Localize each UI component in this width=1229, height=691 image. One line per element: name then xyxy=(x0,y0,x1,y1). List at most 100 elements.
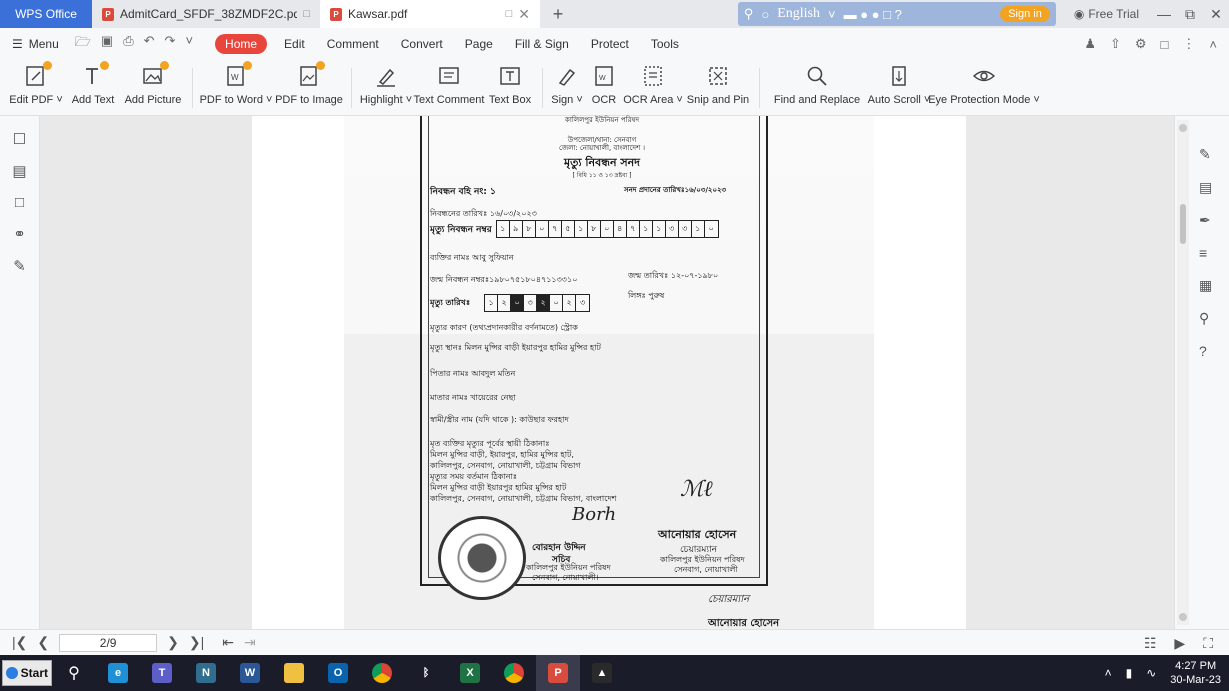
previous-view-icon[interactable]: ⇤ xyxy=(222,634,234,651)
read-mode-icon[interactable]: ☷ xyxy=(1144,635,1157,652)
layers-icon[interactable]: ▦ xyxy=(1199,277,1212,294)
main-menu-button[interactable]: ☰ Menu xyxy=(12,37,59,51)
undo-icon[interactable]: ↶ xyxy=(144,33,155,55)
onenote-n-icon[interactable]: N xyxy=(184,655,228,691)
zoom-icon[interactable]: ⚲ xyxy=(1199,310,1212,327)
free-trial-button[interactable]: ◉ Free Trial xyxy=(1062,7,1151,21)
scroll-up-icon[interactable] xyxy=(1179,124,1187,132)
language-selector[interactable]: English xyxy=(777,6,820,22)
tab-page[interactable]: Page xyxy=(465,37,493,51)
comment-icon[interactable]: □ xyxy=(15,194,24,211)
tab-tools[interactable]: Tools xyxy=(651,37,679,51)
sign-button[interactable]: Sign ˅ xyxy=(549,60,585,116)
next-page-icon[interactable]: ❯ xyxy=(167,634,179,651)
tab-fill-sign[interactable]: Fill & Sign xyxy=(515,37,569,51)
tab-kawsar[interactable]: P Kawsar.pdf □ ✕ xyxy=(320,0,540,28)
chevron-down-icon[interactable]: ˅ xyxy=(828,7,836,22)
auto-scroll-button[interactable]: Auto Scroll ˅ xyxy=(868,60,930,116)
outlook-icon[interactable]: O xyxy=(316,655,360,691)
upload-icon[interactable]: ⇧ xyxy=(1110,36,1121,52)
eye-protection-mode-button[interactable]: Eye Protection Mode ˅ xyxy=(928,60,1040,116)
tab-edit[interactable]: Edit xyxy=(284,37,305,51)
chrome-2-icon[interactable] xyxy=(492,655,536,691)
last-page-icon[interactable]: ❯| xyxy=(189,634,204,651)
start-button[interactable]: Start xyxy=(2,660,52,686)
document-icon[interactable]: ▤ xyxy=(1199,179,1212,196)
new-tab-button[interactable]: + xyxy=(540,0,576,28)
bluetooth-icon[interactable]: ᛒ xyxy=(404,655,448,691)
format-icon[interactable]: ≡ xyxy=(1199,245,1212,261)
pdf-to-word-button[interactable]: W PDF to Word ˅ xyxy=(199,60,273,116)
text-box-button[interactable]: Text Box xyxy=(484,60,536,116)
close-icon[interactable]: ✕ xyxy=(518,6,530,23)
find-and-replace-button[interactable]: Find and Replace xyxy=(766,60,868,116)
fullscreen-icon[interactable]: ⛶ xyxy=(1203,635,1213,652)
excel-icon[interactable]: X xyxy=(448,655,492,691)
share-user-icon[interactable]: ♟ xyxy=(1084,36,1096,52)
tab-comment[interactable]: Comment xyxy=(327,37,379,51)
tool-label: Snip and Pin xyxy=(686,94,750,106)
file-explorer-icon[interactable] xyxy=(272,655,316,691)
wps-pdf-icon[interactable]: P xyxy=(536,655,580,691)
teams-icon[interactable]: T xyxy=(140,655,184,691)
start-label: Start xyxy=(20,666,48,680)
attachment-icon[interactable]: ⚭ xyxy=(13,225,26,243)
tab-protect[interactable]: Protect xyxy=(591,37,629,51)
print-icon[interactable]: ⎙ xyxy=(123,33,133,55)
edit-pdf-button[interactable]: Edit PDF ˅ xyxy=(6,60,66,116)
add-text-button[interactable]: Add Text xyxy=(66,60,120,116)
battery-icon[interactable]: ▮ xyxy=(1126,666,1133,680)
bookmark-icon[interactable]: ☐ xyxy=(13,130,26,148)
highlight-button[interactable]: Highlight ˅ xyxy=(358,60,414,116)
more-icon[interactable]: ⋮ xyxy=(1182,36,1195,52)
minimize-icon[interactable]: — xyxy=(1151,6,1177,22)
toolbar-icons[interactable]: ▬ ● ● □ ? xyxy=(844,7,902,22)
thumbnail-icon[interactable]: ▤ xyxy=(12,162,26,180)
scrollbar-thumb[interactable] xyxy=(1180,204,1186,244)
collapse-ribbon-icon[interactable]: ˄ xyxy=(1209,37,1217,52)
tab-admitcard[interactable]: P AdmitCard_SFDF_38ZMDF2C.pdf □ xyxy=(92,0,320,28)
help-icon[interactable]: ? xyxy=(1199,343,1212,359)
search-icon[interactable]: ⚲ xyxy=(52,655,96,691)
pdf-to-image-button[interactable]: PDF to Image xyxy=(273,60,345,116)
save-icon[interactable]: ▣ xyxy=(101,33,113,55)
clock[interactable]: 4:27 PM 30-Mar-23 xyxy=(1170,659,1221,687)
sign-in-button[interactable]: Sign in xyxy=(1000,6,1050,22)
ocr-button[interactable]: W OCR xyxy=(585,60,623,116)
chevron-down-icon[interactable]: ˅ xyxy=(185,33,193,55)
play-icon[interactable]: ▶ xyxy=(1174,635,1185,652)
page-number-input[interactable]: 2/9 xyxy=(59,633,158,652)
pen-icon[interactable]: ✒ xyxy=(1199,212,1212,229)
edge-icon[interactable]: e xyxy=(96,655,140,691)
tab-float-icon[interactable]: □ xyxy=(506,8,513,20)
add-picture-button[interactable]: Add Picture xyxy=(120,60,186,116)
snip-and-pin-button[interactable]: Snip and Pin xyxy=(683,60,753,116)
close-window-icon[interactable]: ✕ xyxy=(1203,6,1229,23)
next-view-icon[interactable]: ⇥ xyxy=(244,634,256,651)
first-page-icon[interactable]: |❮ xyxy=(12,634,27,651)
tab-convert[interactable]: Convert xyxy=(401,37,443,51)
photos-icon[interactable]: ▲ xyxy=(580,655,624,691)
document-view[interactable]: কালিলপুর ইউনিয়ন পরিষদ উপজেলা/থানা: সেনব… xyxy=(40,116,1174,629)
tab-float-icon[interactable]: □ xyxy=(303,8,310,20)
chrome-icon[interactable] xyxy=(360,655,404,691)
edit-icon[interactable]: ✎ xyxy=(1199,146,1212,163)
comment-icon[interactable]: □ xyxy=(1161,37,1169,52)
wifi-icon[interactable]: ∿ xyxy=(1146,666,1156,680)
signature-icon[interactable]: ✎ xyxy=(13,257,26,275)
search-icon[interactable]: ⚲ xyxy=(744,6,754,22)
tab-home[interactable]: Home xyxy=(215,34,268,54)
open-folder-icon[interactable]: 🗁 xyxy=(75,33,91,55)
redo-icon[interactable]: ↷ xyxy=(165,33,176,55)
word-icon[interactable]: W xyxy=(228,655,272,691)
previous-page-icon[interactable]: ❮ xyxy=(37,634,49,651)
scroll-down-icon[interactable] xyxy=(1179,613,1187,621)
digit-box: ৩ xyxy=(666,221,679,237)
wps-office-tab[interactable]: WPS Office xyxy=(0,0,92,28)
gear-icon[interactable]: ⚙ xyxy=(1135,36,1147,52)
vertical-scrollbar[interactable] xyxy=(1177,120,1189,625)
text-comment-button[interactable]: Text Comment xyxy=(414,60,484,116)
restore-icon[interactable]: ⧉ xyxy=(1177,6,1203,23)
ocr-area-button[interactable]: OCR Area ˅ xyxy=(623,60,683,116)
chevron-up-icon[interactable]: ˄ xyxy=(1105,666,1112,680)
